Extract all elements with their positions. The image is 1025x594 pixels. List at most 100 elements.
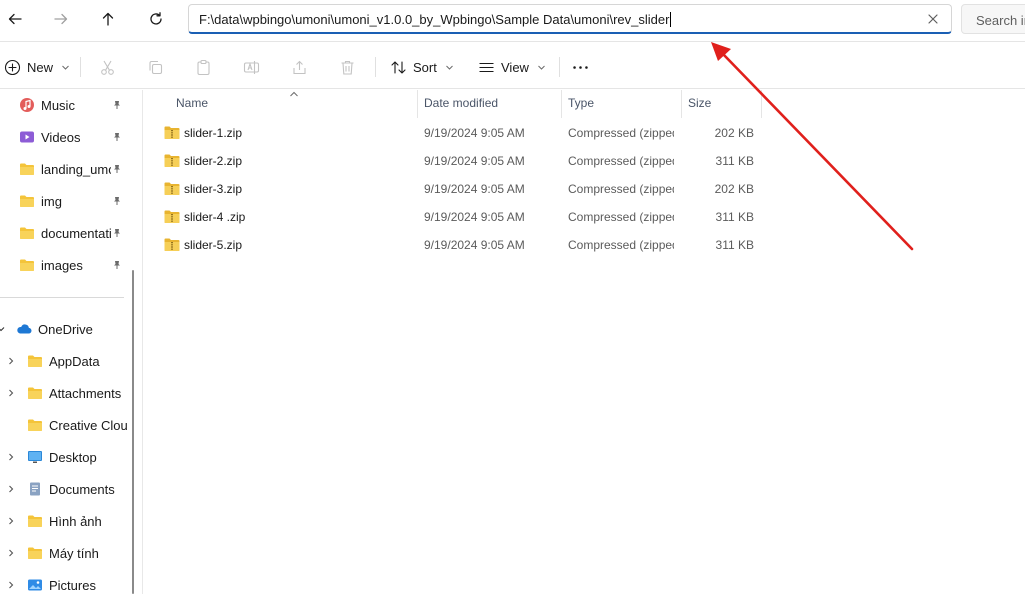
pin-icon[interactable] [112, 228, 122, 238]
file-size: 202 KB [714, 182, 754, 196]
column-divider[interactable] [417, 90, 418, 118]
toolbar-divider [80, 57, 81, 77]
file-type: Compressed (zipped) Folder [568, 182, 674, 196]
sidebar-item-label: Hình ảnh [49, 513, 102, 529]
folder-icon [28, 515, 42, 527]
sidebar-item-onedrive-child[interactable]: Hình ảnh [0, 507, 128, 535]
share-button[interactable] [291, 53, 308, 81]
sidebar-item-label: AppData [49, 353, 100, 369]
arrow-left-icon [8, 13, 22, 25]
paste-button[interactable] [195, 53, 212, 81]
close-icon[interactable] [925, 11, 941, 27]
sidebar-item-onedrive[interactable]: OneDrive [0, 315, 128, 343]
sidebar-item-onedrive-child[interactable]: Desktop [0, 443, 128, 471]
file-date: 9/19/2024 9:05 AM [424, 210, 525, 224]
sidebar-item-label: landing_umoni [41, 161, 111, 177]
zip-folder-icon [164, 182, 180, 195]
toolbar-divider [559, 57, 560, 77]
sidebar-item-quick-access[interactable]: Music [0, 91, 128, 119]
pin-icon[interactable] [112, 196, 122, 206]
arrow-up-icon [102, 12, 114, 26]
rename-button[interactable] [243, 53, 260, 81]
sidebar-item-label: Videos [41, 129, 81, 145]
address-row: F:\data\wpbingo\umoni\umoni_v1.0.0_by_Wp… [0, 0, 1025, 42]
table-row[interactable]: slider-4 .zip 9/19/2024 9:05 AM Compressed… [143, 203, 1025, 231]
sidebar-item-quick-access[interactable]: landing_umoni [0, 155, 128, 183]
folder-icon [20, 163, 34, 175]
pin-icon[interactable] [112, 132, 122, 142]
sidebar-item-label: documentation [41, 225, 111, 241]
column-divider[interactable] [561, 90, 562, 118]
table-row[interactable]: slider-3.zip 9/19/2024 9:05 AM Compressed … [143, 175, 1025, 203]
file-date: 9/19/2024 9:05 AM [424, 154, 525, 168]
sidebar-item-onedrive-child[interactable]: Máy tính [0, 539, 128, 567]
sidebar-item-label: Attachments [49, 385, 122, 401]
sidebar-item-onedrive-child[interactable]: Documents [0, 475, 128, 503]
pin-icon[interactable] [112, 100, 122, 110]
file-size: 202 KB [714, 126, 754, 140]
search-box[interactable]: Search in [961, 4, 1025, 34]
chevron-right-icon[interactable] [6, 548, 16, 558]
sort-label: Sort [413, 59, 437, 75]
sidebar-item-label: Desktop [49, 449, 97, 465]
arrow-right-icon [54, 13, 68, 25]
chevron-right-icon[interactable] [6, 356, 16, 366]
folder-icon [28, 547, 42, 559]
trash-icon [341, 60, 354, 75]
refresh-icon [150, 12, 162, 25]
sidebar-item-onedrive-child[interactable]: Attachments [0, 379, 128, 407]
table-row[interactable]: slider-2.zip 9/19/2024 9:05 AM Compressed … [143, 147, 1025, 175]
folder-icon [20, 195, 34, 207]
copy-button[interactable] [147, 53, 164, 81]
zip-folder-icon [164, 154, 180, 167]
copy-icon [149, 60, 163, 74]
column-header-size[interactable]: Size [688, 96, 711, 110]
more-horizontal-icon [573, 65, 588, 69]
music-icon [20, 98, 34, 112]
file-date: 9/19/2024 9:05 AM [424, 182, 525, 196]
cut-button[interactable] [99, 53, 116, 81]
forward-button[interactable] [46, 6, 76, 32]
chevron-right-icon[interactable] [6, 452, 16, 462]
toolbar-divider [375, 57, 376, 77]
back-button[interactable] [0, 6, 30, 32]
delete-button[interactable] [339, 53, 356, 81]
file-size: 311 KB [715, 210, 754, 224]
sidebar-item-quick-access[interactable]: documentation [0, 219, 128, 247]
column-header-date[interactable]: Date modified [424, 96, 498, 110]
documents-icon [30, 482, 40, 496]
sidebar-item-onedrive-child[interactable]: AppData [0, 347, 128, 375]
sort-button[interactable]: Sort [390, 53, 454, 81]
table-row[interactable]: slider-1.zip 9/19/2024 9:05 AM Compressed … [143, 119, 1025, 147]
more-options-button[interactable] [572, 53, 589, 81]
pin-icon[interactable] [112, 260, 122, 270]
new-button[interactable]: New [4, 53, 70, 81]
chevron-right-icon[interactable] [6, 516, 16, 526]
address-path-text: F:\data\wpbingo\umoni\umoni_v1.0.0_by_Wp… [199, 12, 670, 27]
chevron-right-icon[interactable] [6, 580, 16, 590]
column-header-name[interactable]: Name [176, 96, 208, 110]
sidebar-item-quick-access[interactable]: img [0, 187, 128, 215]
column-divider[interactable] [681, 90, 682, 118]
column-header-type[interactable]: Type [568, 96, 594, 110]
address-bar[interactable]: F:\data\wpbingo\umoni\umoni_v1.0.0_by_Wp… [188, 4, 952, 34]
text-caret [670, 12, 672, 27]
sidebar-item-label: OneDrive [38, 321, 93, 337]
file-type: Compressed (zipped) Folder [568, 210, 674, 224]
sidebar-item-quick-access[interactable]: images [0, 251, 128, 279]
column-divider[interactable] [761, 90, 762, 118]
up-button[interactable] [93, 6, 123, 32]
chevron-down-icon[interactable] [0, 324, 6, 334]
chevron-right-icon[interactable] [6, 388, 16, 398]
sidebar-item-onedrive-child[interactable]: Pictures [0, 571, 128, 594]
sidebar-item-quick-access[interactable]: Videos [0, 123, 128, 151]
table-row[interactable]: slider-5.zip 9/19/2024 9:05 AM Compressed … [143, 231, 1025, 259]
view-button[interactable]: View [478, 53, 546, 81]
chevron-right-icon[interactable] [6, 484, 16, 494]
refresh-button[interactable] [141, 6, 171, 32]
sidebar-scrollbar[interactable] [132, 270, 134, 594]
address-path[interactable]: F:\data\wpbingo\umoni\umoni_v1.0.0_by_Wp… [199, 12, 672, 27]
sidebar-item-onedrive-child[interactable]: Creative Cloud Files [0, 411, 128, 439]
clipboard-icon [197, 59, 210, 75]
pin-icon[interactable] [112, 164, 122, 174]
